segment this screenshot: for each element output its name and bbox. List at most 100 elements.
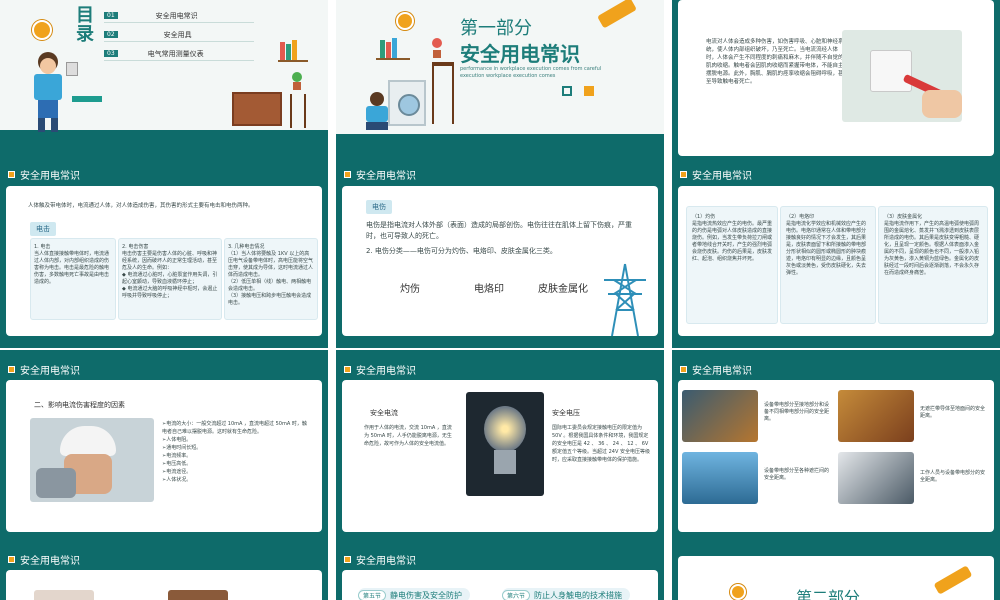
header-square-icon: [8, 365, 15, 373]
tab-electric-injury[interactable]: 电伤: [366, 200, 392, 214]
slide-header: 安全用电常识: [8, 167, 80, 182]
toc-title: 目 录: [76, 6, 96, 44]
section-pill-5[interactable]: 第五节 静电伤害及安全防护: [358, 588, 471, 600]
toc-label: 电气常用测量仪表: [147, 49, 204, 58]
part-subtitle-2: execution workplace execution comes: [460, 73, 556, 79]
toc-title-char-1: 目: [76, 5, 94, 26]
safe-current-text: 作用于人体的电流，交流 10mA ，直流为 50mA 时，人手仍能脱离电源，无生…: [364, 425, 452, 447]
part2-heading: 第二部分: [796, 588, 861, 600]
safe-voltage-text: 国际电工委员会规定接触电压的限定值为 50V 。根据我国具体条件和环境，我国规定…: [552, 425, 650, 463]
injury-type-metallization: 皮肤金属化: [538, 284, 588, 295]
boy-illustration: [28, 52, 70, 134]
header-label: 安全用电常识: [356, 555, 416, 567]
bookshelf-icon: [376, 38, 410, 60]
clock-icon: [32, 20, 52, 40]
slide-header: 安全用电常识: [344, 167, 416, 182]
lamp-stand-icon: [290, 94, 306, 128]
section-label: 静电伤害及安全防护: [390, 590, 463, 600]
worker-helmet-photo: [30, 418, 154, 502]
clock-icon: [396, 12, 414, 30]
part-subtitle-1: performance in workplace execution comes…: [460, 66, 602, 72]
injury-type-burn: 灼伤: [400, 284, 420, 295]
slide-header: 安全用电常识: [680, 167, 752, 182]
slide-partial-left[interactable]: 安全用电常识: [0, 540, 328, 600]
toc-num: 01: [104, 12, 118, 19]
tools-photo: [838, 390, 914, 442]
plug-icon: [66, 62, 78, 76]
socket-photo: [842, 30, 962, 122]
shock-col-3: 3. 几种电击情况 （1）当人体将要触及 1KV 以上的高压电气设备带电体时，高…: [228, 244, 314, 306]
header-square-icon: [8, 555, 15, 563]
slide-partial-middle[interactable]: 安全用电常识 第五节 静电伤害及安全防护 第六节 防止人身触电的技术措施: [336, 540, 664, 600]
section-label: 防止人身触电的技术措施: [534, 590, 623, 600]
type-text-1: （1）灼伤 是指电流热效应产生的电伤。最严重的灼伤是电弧对人体皮肤造成的直接烧伤…: [692, 214, 773, 262]
preview-photo-2: [168, 590, 228, 600]
slide-header: 安全用电常识: [8, 552, 80, 567]
header-label: 安全用电常识: [20, 365, 80, 377]
type-text-2: （2）电烙印 是指电流化学效应和机械效应产生的电伤。电烙印通常在人体和带电部分接…: [786, 214, 867, 276]
cabinet-icon: [232, 92, 282, 126]
factors-title: 二、影响电流伤害程度的因素: [34, 401, 125, 409]
tab-electric-shock[interactable]: 电击: [30, 222, 56, 236]
part-heading: 第一部分: [460, 18, 532, 39]
slide-grid: 目 录 01 安全用电常识 02 安全用具 03 电气常用测量仪表 第一部分 安…: [0, 0, 1000, 600]
deco-square-2: [584, 86, 594, 96]
deco-square-1: [562, 86, 572, 96]
washing-machine-icon: [388, 80, 426, 126]
plant-icon: [430, 38, 444, 60]
header-square-icon: [8, 170, 15, 178]
toc-item-2[interactable]: 02 安全用具: [104, 28, 254, 42]
distance-text-3: 设备带电部分至各种遮拦间的安全距离。: [764, 468, 830, 481]
clock-icon: [730, 584, 746, 600]
part-title: 安全用电常识: [460, 42, 580, 66]
slide-factors[interactable]: 安全用电常识 二、影响电流伤害程度的因素 ➢电流的大小：一般交流超过 10mA …: [0, 350, 328, 540]
kneeling-boy-illustration: [362, 92, 392, 132]
slide-electric-shock[interactable]: 安全用电常识 人体触及带电体时，电流通过人体，对人体造成伤害，其伤害的形式主要有…: [0, 164, 328, 348]
distance-text-4: 工作人员与设备带电部分的安全距离。: [920, 470, 986, 483]
header-label: 安全用电常识: [692, 170, 752, 182]
slide-current-voltage[interactable]: 安全用电常识 安全电流 作用于人体的电流，交流 10mA ，直流为 50mA 时…: [336, 350, 664, 540]
factors-list: ➢电流的大小：一般交流超过 10mA ，直流电超过 50mA 时，触电者自己难以…: [162, 421, 307, 483]
distance-text-1: 设备带电部分至接地部分和设备不同相带电部分间的安全距离。: [764, 402, 830, 422]
slide-part1[interactable]: 第一部分 安全用电常识 performance in workplace exe…: [336, 0, 664, 174]
shock-col-1: 1. 电击 当人体直接接触带电体时，电流通过人体内部，对内部组织造成的伤害称为电…: [34, 244, 110, 285]
slide-equipment-distance[interactable]: 安全用电常识 设备带电部分至接地部分和设备不同相带电部分间的安全距离。 无遮拦带…: [672, 350, 1000, 540]
toc-num: 02: [104, 31, 118, 38]
header-label: 安全用电常识: [356, 365, 416, 377]
toc-item-3[interactable]: 03 电气常用测量仪表: [104, 47, 254, 61]
toc-title-char-2: 录: [76, 24, 94, 45]
section-num: 第六节: [502, 589, 531, 600]
toc-label: 安全用具: [163, 30, 192, 39]
safe-current-heading: 安全电流: [370, 409, 398, 417]
distance-text-2: 无遮拦带导体至地面间的安全距离。: [920, 406, 986, 419]
slide-toc[interactable]: 目 录 01 安全用电常识 02 安全用具 03 电气常用测量仪表: [0, 0, 328, 174]
injury-para-1: 电伤是指电流对人体外部（表面）造成的局部创伤。电伤往往在肌体上留下伤痕，严重时，…: [366, 221, 632, 240]
toc-num: 03: [104, 50, 118, 57]
slide-header: 安全用电常识: [344, 552, 416, 567]
lightbulb-photo: [466, 392, 544, 496]
slide-intro[interactable]: 电流对人体会造成多种伤害，如伤害呼吸、心脏和神经系统，使人体内部组织破坏，乃至死…: [672, 0, 1000, 174]
toc-list: 01 安全用电常识 02 安全用具 03 电气常用测量仪表: [104, 9, 254, 61]
header-square-icon: [344, 555, 351, 563]
injury-para-2: 2. 电伤分类——电伤可分为灼伤、电烙印、皮肤金属化三类。: [366, 247, 557, 255]
slide-electric-injury[interactable]: 安全用电常识 电伤 电伤是指电流对人体外部（表面）造成的局部创伤。电伤往往在肌体…: [336, 164, 664, 348]
header-square-icon: [680, 170, 687, 178]
header-square-icon: [344, 170, 351, 178]
slide-part2[interactable]: 第二部分: [672, 540, 1000, 600]
section-num: 第五节: [358, 589, 387, 600]
preview-photo-1: [34, 590, 94, 600]
safe-voltage-heading: 安全电压: [552, 409, 580, 417]
bookshelf-icon: [278, 40, 308, 62]
slide-injury-types[interactable]: 安全用电常识 （1）灼伤 是指电流热效应产生的电伤。最严重的灼伤是电弧对人体皮肤…: [672, 164, 1000, 348]
slide-header: 安全用电常识: [680, 362, 752, 377]
slide-header: 安全用电常识: [344, 362, 416, 377]
header-label: 安全用电常识: [692, 365, 752, 377]
header-label: 安全用电常识: [356, 170, 416, 182]
pole-worker-photo: [682, 452, 758, 504]
toc-item-1[interactable]: 01 安全用电常识: [104, 9, 254, 23]
wiring-photo-1: [682, 390, 758, 442]
type-text-3: （3）皮肤金属化 是指电流作用下，产生的高温电弧使电弧周围的金属熔化、蒸发并飞溅…: [884, 214, 980, 276]
section-pill-6[interactable]: 第六节 防止人身触电的技术措施: [502, 588, 631, 600]
header-label: 安全用电常识: [20, 555, 80, 567]
intro-paragraph: 电流对人体会造成多种伤害，如伤害呼吸、心脏和神经系统，使人体内部组织破坏，乃至死…: [706, 39, 844, 85]
